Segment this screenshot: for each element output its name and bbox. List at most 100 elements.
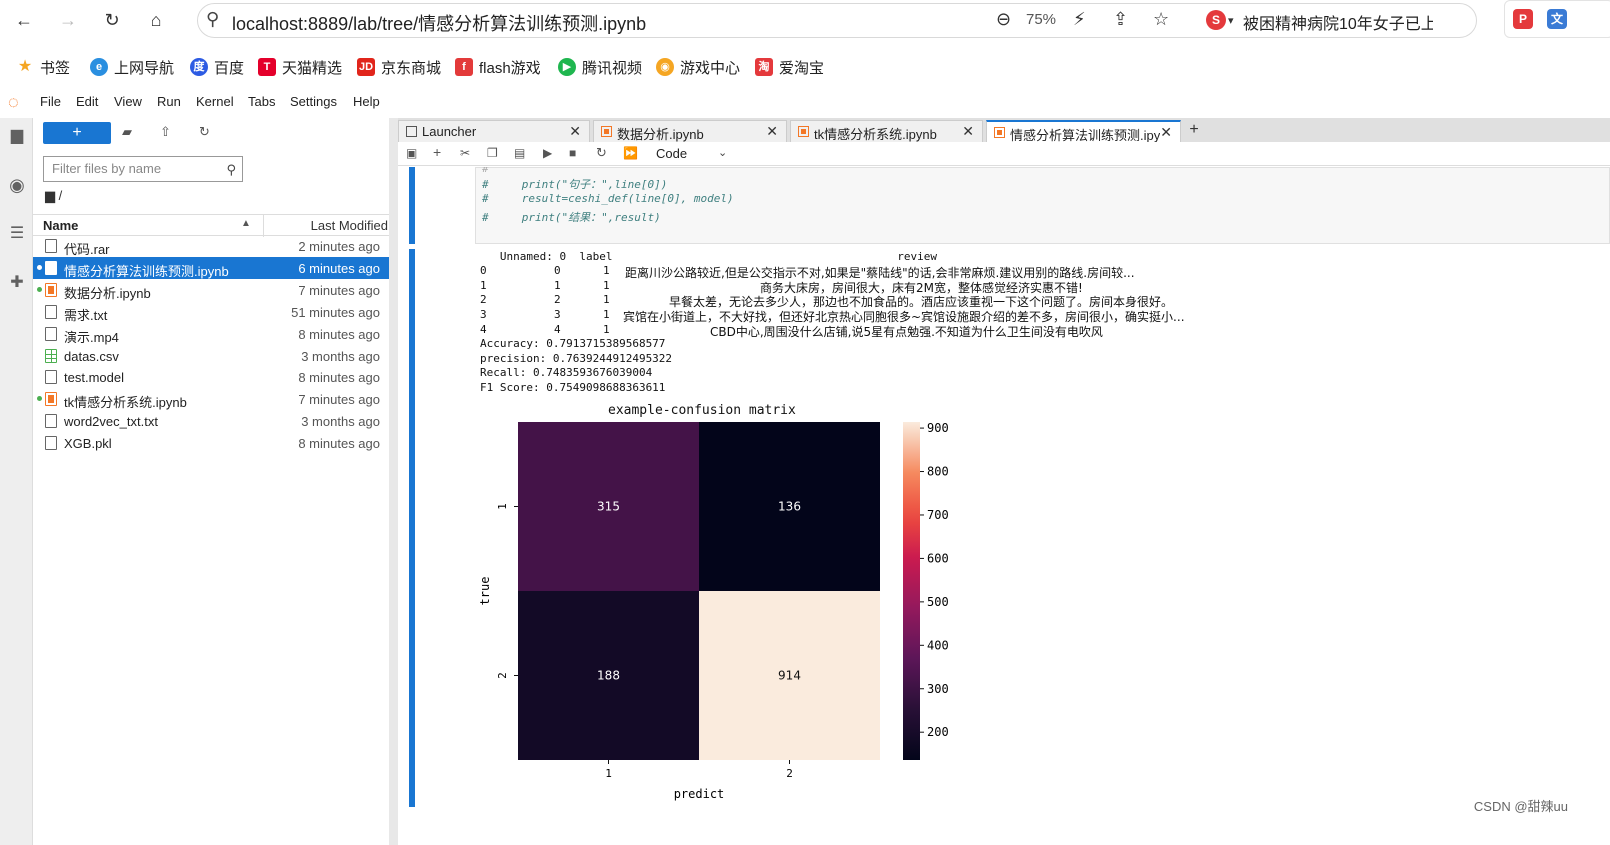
column-modified-header[interactable]: Last Modified: [311, 218, 388, 233]
toc-icon[interactable]: ☰: [7, 224, 27, 244]
bookmark-item[interactable]: JD 京东商城: [357, 52, 441, 82]
cell-type-select[interactable]: Code: [656, 146, 687, 161]
url-text[interactable]: localhost:8889/lab/tree/情感分析算法训练预测.ipynb: [232, 10, 646, 36]
close-icon[interactable]: ✕: [569, 123, 581, 140]
menu-run[interactable]: Run: [157, 94, 181, 109]
bookmark-item[interactable]: f flash游戏: [455, 52, 541, 82]
pdf-extension-icon[interactable]: P: [1513, 9, 1533, 29]
flash-icon: f: [455, 58, 473, 76]
file-modified: 51 minutes ago: [291, 304, 380, 320]
menu-view[interactable]: View: [114, 94, 142, 109]
bookmark-item[interactable]: e 上网导航: [90, 52, 174, 82]
df-label: 1: [603, 293, 610, 307]
file-row[interactable]: test.model 8 minutes ago: [33, 366, 390, 388]
notebook-icon: [798, 126, 809, 137]
file-row[interactable]: tk情感分析系统.ipynb 7 minutes ago: [33, 388, 390, 410]
menu-help[interactable]: Help: [353, 94, 380, 109]
column-divider[interactable]: [263, 215, 264, 237]
news-headline[interactable]: 被困精神病院10年女子已上: [1243, 10, 1433, 34]
zoom-icon[interactable]: ⊖: [996, 9, 1011, 30]
add-cell-icon[interactable]: +: [433, 144, 441, 160]
launcher-icon: [406, 126, 417, 137]
df-index: 4: [480, 322, 487, 336]
share-icon[interactable]: ⇪: [1113, 9, 1128, 30]
cut-icon[interactable]: ✂: [460, 146, 470, 160]
file-row[interactable]: 数据分析.ipynb 7 minutes ago: [33, 279, 390, 301]
close-icon[interactable]: ✕: [1160, 124, 1172, 141]
aitaobao-icon: 淘: [755, 58, 773, 76]
save-icon[interactable]: ▣: [406, 146, 417, 160]
file-row[interactable]: word2vec_txt.txt 3 months ago: [33, 410, 390, 432]
menu-file[interactable]: File: [40, 94, 61, 109]
ie-icon: e: [90, 58, 108, 76]
translate-extension-icon[interactable]: 文: [1547, 9, 1567, 29]
file-row[interactable]: XGB.pkl 8 minutes ago: [33, 432, 390, 454]
df-index: 0: [480, 264, 487, 277]
home-icon[interactable]: ⌂: [144, 8, 168, 32]
tab-notebook[interactable]: tk情感分析系统.ipynb ✕: [790, 120, 983, 142]
lightning-icon[interactable]: ⚡: [1073, 9, 1086, 30]
close-icon[interactable]: ✕: [766, 123, 778, 140]
reload-icon[interactable]: ↻: [100, 8, 124, 32]
bookmark-item[interactable]: 度百度: [190, 52, 244, 82]
zoom-level[interactable]: 75%: [1026, 11, 1056, 28]
output-collapser[interactable]: [409, 249, 415, 807]
colorbar-tick-label: 800: [927, 465, 949, 479]
column-name-header[interactable]: Name: [43, 218, 78, 233]
tab-notebook-active[interactable]: 情感分析算法训练预测.ipynb ✕: [986, 120, 1181, 143]
colorbar-tick-label: 700: [927, 508, 949, 522]
address-bar[interactable]: ⚲ localhost:8889/lab/tree/情感分析算法训练预测.ipy…: [197, 3, 1477, 38]
extensions-area: P 文: [1504, 0, 1610, 38]
copy-icon[interactable]: ❐: [487, 146, 498, 160]
menu-kernel[interactable]: Kernel: [196, 94, 234, 109]
file-row[interactable]: datas.csv 3 months ago: [33, 345, 390, 367]
notebook-panel: # # print("句子：",line[0]) # result=ceshi_…: [398, 167, 1610, 845]
add-tab-icon[interactable]: +: [1184, 120, 1204, 140]
tab-launcher[interactable]: Launcher ✕: [398, 120, 590, 142]
stop-icon[interactable]: ■: [569, 146, 576, 160]
bookmark-item[interactable]: T 天猫精选: [258, 52, 342, 82]
file-modified: 7 minutes ago: [298, 282, 380, 298]
file-row[interactable]: 需求.txt 51 minutes ago: [33, 301, 390, 323]
restart-icon[interactable]: ↻: [596, 145, 607, 161]
confusion-matrix-heatmap: 315 136 188 914 1 2 1 2 predict true 200 300 400 500 6…: [478, 421, 949, 801]
file-row[interactable]: 演示.mp4 8 minutes ago: [33, 323, 390, 345]
upload-icon[interactable]: ⇧: [160, 124, 171, 140]
bookmark-item[interactable]: 淘爱淘宝: [755, 52, 824, 82]
star-icon[interactable]: ☆: [1153, 9, 1169, 30]
running-icon[interactable]: ◉: [7, 175, 27, 195]
fast-forward-icon[interactable]: ⏩: [623, 146, 638, 160]
bookmark-item[interactable]: ★ 书签: [16, 52, 70, 82]
new-launcher-button[interactable]: +: [43, 122, 111, 144]
refresh-icon[interactable]: ↻: [199, 124, 210, 140]
code-cell-input[interactable]: # # print("句子：",line[0]) # result=ceshi_…: [475, 167, 1610, 244]
file-row[interactable]: 情感分析算法训练预测.ipynb 6 minutes ago: [33, 256, 390, 279]
filter-files-input[interactable]: Filter files by name ⚲: [43, 156, 243, 182]
bookmark-item[interactable]: ◉ 游戏中心: [656, 52, 740, 82]
new-folder-icon[interactable]: ▰: [122, 124, 132, 140]
paste-icon[interactable]: ▤: [514, 146, 525, 160]
y-axis-label: true: [478, 577, 492, 606]
sort-caret-icon[interactable]: ▲: [241, 218, 251, 229]
bookmark-item[interactable]: ▶ 腾讯视频: [558, 52, 642, 82]
file-row[interactable]: 代码.rar 2 minutes ago: [33, 235, 390, 257]
menu-settings[interactable]: Settings: [290, 94, 337, 109]
bookmark-label: 天猫精选: [282, 59, 343, 77]
folder-icon[interactable]: ▆: [7, 126, 27, 146]
chevron-down-icon[interactable]: ⌄: [718, 146, 727, 159]
back-icon[interactable]: ←: [12, 8, 36, 32]
forward-icon[interactable]: →: [56, 8, 80, 32]
tab-notebook[interactable]: 数据分析.ipynb ✕: [593, 120, 787, 142]
bookmark-label: 爱淘宝: [779, 59, 825, 77]
input-collapser[interactable]: [409, 167, 415, 244]
extension-icon[interactable]: ✚: [7, 273, 27, 293]
menu-tabs[interactable]: Tabs: [248, 94, 275, 109]
df-index: 3: [480, 308, 487, 322]
file-icon: [45, 436, 57, 451]
chevron-down-icon[interactable]: ▾: [1228, 14, 1234, 27]
run-icon[interactable]: ▶: [543, 146, 552, 160]
menu-edit[interactable]: Edit: [76, 94, 98, 109]
close-icon[interactable]: ✕: [962, 123, 974, 140]
panel-splitter[interactable]: [389, 118, 398, 845]
breadcrumb[interactable]: ▆ /: [45, 188, 62, 204]
